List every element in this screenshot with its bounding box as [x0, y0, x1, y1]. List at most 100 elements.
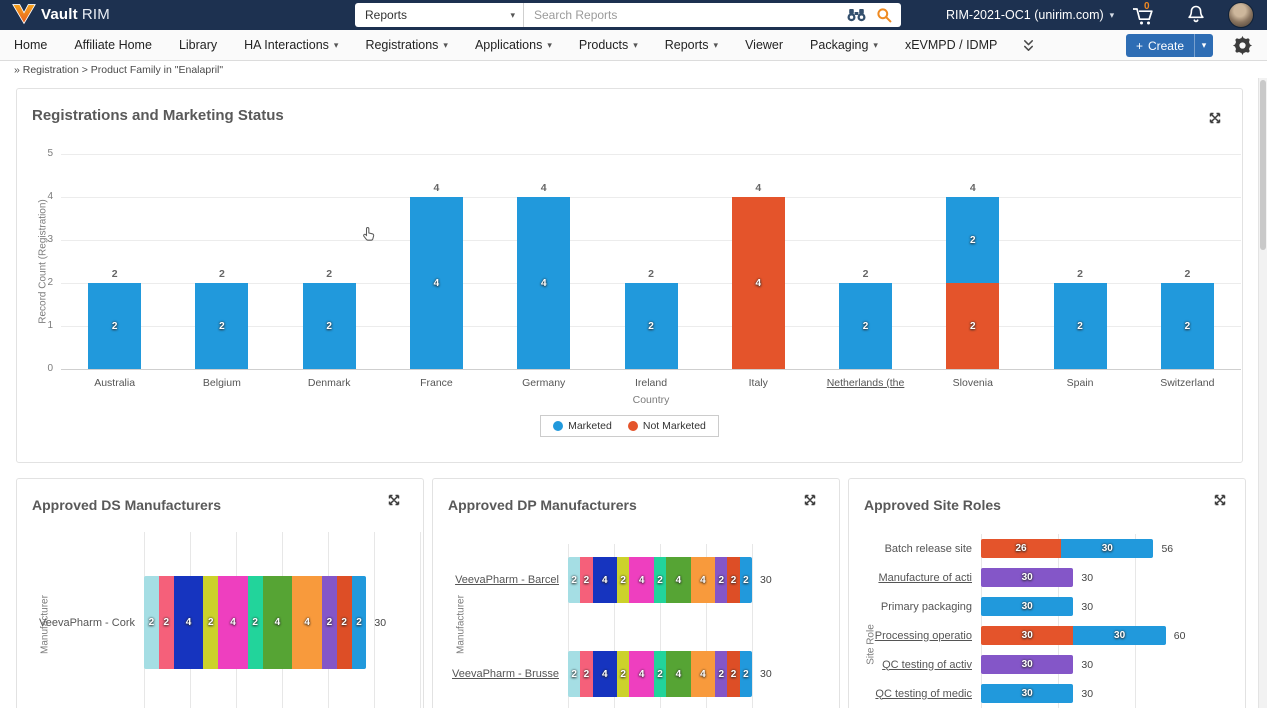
nav-item-library[interactable]: Library: [179, 38, 217, 52]
bar-segment-marketed-netherlands-the[interactable]: 2: [839, 283, 892, 369]
bar-segment[interactable]: 30: [981, 655, 1073, 674]
bar-segment[interactable]: 30: [1061, 539, 1153, 558]
stacked-bar[interactable]: 30: [981, 655, 1073, 674]
bar-segment[interactable]: 2: [617, 557, 629, 603]
bar-segment[interactable]: 4: [666, 557, 691, 603]
bar-segment[interactable]: 2: [617, 651, 629, 697]
bar-segment[interactable]: 2: [580, 557, 592, 603]
bar-segment[interactable]: 2: [248, 576, 263, 669]
bar-segment-marketed-denmark[interactable]: 2: [303, 283, 356, 369]
stacked-bar[interactable]: 2630: [981, 539, 1153, 558]
nav-item-affiliate-home[interactable]: Affiliate Home: [74, 38, 152, 52]
bar-segment[interactable]: 2: [580, 651, 592, 697]
x-tick-label-netherlands-the[interactable]: Netherlands (the: [812, 377, 919, 389]
bar-segment[interactable]: 2: [144, 576, 159, 669]
row-label[interactable]: VeevaPharm - Brusse: [433, 668, 568, 680]
settings-button[interactable]: [1233, 36, 1252, 60]
bar-segment[interactable]: 2: [322, 576, 337, 669]
bar-segment[interactable]: 2: [568, 651, 580, 697]
row-label[interactable]: Processing operatio: [849, 630, 981, 642]
search-icon[interactable]: [876, 7, 892, 23]
nav-item-registrations[interactable]: Registrations▾: [365, 38, 447, 52]
bar-segment[interactable]: 30: [981, 597, 1073, 616]
bar-segment[interactable]: 2: [337, 576, 352, 669]
bar-segment[interactable]: 2: [654, 651, 666, 697]
bar-segment-marketed-slovenia[interactable]: 2: [946, 197, 999, 283]
expand-button[interactable]: [803, 493, 817, 512]
bar-segment[interactable]: 30: [981, 684, 1073, 703]
expand-button[interactable]: [1213, 493, 1227, 512]
bar-segment[interactable]: 4: [292, 576, 322, 669]
bar-segment[interactable]: 30: [981, 626, 1073, 645]
row-label[interactable]: Manufacture of acti: [849, 572, 981, 584]
bar-segment[interactable]: 4: [691, 651, 716, 697]
bar-segment-marketed-france[interactable]: 4: [410, 197, 463, 369]
avatar[interactable]: [1228, 2, 1254, 28]
bar-segment[interactable]: 4: [666, 651, 691, 697]
bar-segment[interactable]: 2: [727, 557, 739, 603]
create-button[interactable]: + Create ▾: [1126, 34, 1213, 57]
bar-segment[interactable]: 2: [740, 651, 752, 697]
bar-segment[interactable]: 4: [174, 576, 204, 669]
bar-segment[interactable]: 4: [593, 557, 618, 603]
bar-segment[interactable]: 4: [593, 651, 618, 697]
nav-item-xevmpd-idmp[interactable]: xEVMPD / IDMP: [905, 38, 997, 52]
nav-item-home[interactable]: Home: [14, 38, 47, 52]
bar-segment[interactable]: 4: [218, 576, 248, 669]
page-scrollbar[interactable]: [1258, 78, 1267, 708]
row-label[interactable]: VeevaPharm - Barcel: [433, 574, 568, 586]
notifications-button[interactable]: [1186, 4, 1206, 31]
breadcrumb[interactable]: » Registration > Product Family in "Enal…: [0, 61, 1267, 78]
bar-segment[interactable]: 4: [629, 651, 654, 697]
bar-segment[interactable]: 2: [568, 557, 580, 603]
bar-segment[interactable]: 2: [352, 576, 367, 669]
stacked-bar[interactable]: 3030: [981, 626, 1166, 645]
bar-segment[interactable]: 4: [691, 557, 716, 603]
cart-button[interactable]: 0: [1131, 3, 1161, 27]
row-label[interactable]: QC testing of activ: [849, 659, 981, 671]
bar-segment[interactable]: 2: [715, 651, 727, 697]
stacked-bar[interactable]: 22424244222: [568, 557, 752, 603]
legend-item-marketed[interactable]: Marketed: [553, 420, 612, 432]
bar-segment-marketed-australia[interactable]: 2: [88, 283, 141, 369]
nav-item-ha-interactions[interactable]: HA Interactions▾: [244, 38, 338, 52]
nav-item-products[interactable]: Products▾: [579, 38, 638, 52]
bar-segment[interactable]: 30: [981, 568, 1073, 587]
vault-logo[interactable]: VaultRIM: [12, 3, 110, 25]
bar-segment-marketed-belgium[interactable]: 2: [195, 283, 248, 369]
bar-segment[interactable]: 2: [159, 576, 174, 669]
nav-item-packaging[interactable]: Packaging▾: [810, 38, 878, 52]
stacked-bar[interactable]: 30: [981, 684, 1073, 703]
row-label[interactable]: QC testing of medic: [849, 688, 981, 700]
bar-segment[interactable]: 2: [727, 651, 739, 697]
bar-segment[interactable]: 2: [740, 557, 752, 603]
scrollbar-thumb[interactable]: [1260, 80, 1266, 250]
create-dropdown-toggle[interactable]: ▾: [1194, 34, 1213, 57]
bar-segment[interactable]: 30: [1073, 626, 1165, 645]
legend-item-not-marketed[interactable]: Not Marketed: [628, 420, 706, 432]
stacked-bar[interactable]: 30: [981, 597, 1073, 616]
bar-segment-not-marketed-italy[interactable]: 4: [732, 197, 785, 369]
stacked-bar[interactable]: 22424244222: [568, 651, 752, 697]
account-menu[interactable]: RIM-2021-OC1 (unirim.com) ▾: [946, 0, 1114, 30]
bar-segment[interactable]: 26: [981, 539, 1061, 558]
nav-item-applications[interactable]: Applications▾: [475, 38, 552, 52]
bar-segment[interactable]: 2: [715, 557, 727, 603]
bar-segment[interactable]: 4: [629, 557, 654, 603]
bar-segment[interactable]: 4: [263, 576, 293, 669]
nav-overflow-button[interactable]: [1021, 38, 1036, 53]
bar-segment[interactable]: 2: [203, 576, 218, 669]
bar-segment-marketed-ireland[interactable]: 2: [625, 283, 678, 369]
bar-segment-not-marketed-slovenia[interactable]: 2: [946, 283, 999, 369]
bar-segment-marketed-switzerland[interactable]: 2: [1161, 283, 1214, 369]
bar-segment-marketed-germany[interactable]: 4: [517, 197, 570, 369]
nav-item-reports[interactable]: Reports▾: [665, 38, 718, 52]
expand-button[interactable]: [387, 493, 401, 512]
nav-item-viewer[interactable]: Viewer: [745, 38, 783, 52]
binoculars-icon[interactable]: [846, 8, 867, 22]
search-context-select[interactable]: Reports ▾: [355, 3, 523, 27]
search-input[interactable]: [524, 3, 837, 27]
bar-segment-marketed-spain[interactable]: 2: [1054, 283, 1107, 369]
stacked-bar[interactable]: 30: [981, 568, 1073, 587]
stacked-bar[interactable]: 22424244222: [144, 576, 366, 669]
